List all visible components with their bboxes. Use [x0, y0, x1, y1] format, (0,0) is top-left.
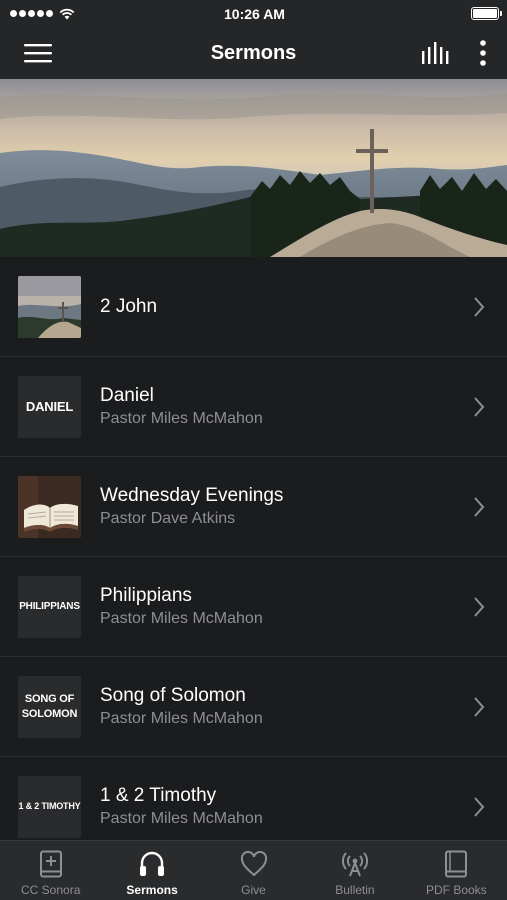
series-thumbnail: 1 & 2 TIMOTHY [18, 775, 81, 838]
series-thumbnail: DANIEL [18, 375, 81, 438]
more-vertical-icon [480, 40, 486, 66]
now-playing-button[interactable] [421, 42, 451, 64]
broadcast-icon [341, 847, 369, 881]
series-thumbnail: SONG OF SOLOMON [18, 675, 81, 738]
status-time: 10:26 AM [224, 5, 285, 22]
book-icon [444, 847, 468, 881]
menu-button[interactable] [24, 43, 52, 63]
tab-label: Bulletin [335, 883, 375, 897]
chevron-right-icon [469, 496, 489, 518]
sermon-row-philippians[interactable]: PHILIPPIANS Philippians Pastor Miles McM… [0, 557, 507, 657]
sermon-speaker: Pastor Dave Atkins [100, 509, 236, 527]
sermon-title: Song of Solomon [100, 684, 246, 706]
thumbnail-text: 1 & 2 TIMOTHY [18, 801, 81, 811]
equalizer-icon [422, 42, 449, 64]
sermon-speaker: Pastor Miles McMahon [100, 409, 263, 427]
series-thumbnail [18, 275, 81, 338]
sermon-list: 2 John DANIEL Daniel Pastor Miles McMaho… [0, 257, 507, 857]
bible-plus-icon [39, 847, 63, 881]
sermon-speaker: Pastor Miles McMahon [100, 809, 263, 827]
sermon-speaker: Pastor Miles McMahon [100, 609, 263, 627]
tab-cc-sonora[interactable]: CC Sonora [0, 841, 101, 900]
sermon-row-daniel[interactable]: DANIEL Daniel Pastor Miles McMahon [0, 357, 507, 457]
sermon-row-song-of-solomon[interactable]: SONG OF SOLOMON Song of Solomon Pastor M… [0, 657, 507, 757]
chevron-right-icon [469, 696, 489, 718]
nav-bar: Sermons [0, 27, 507, 79]
status-left [10, 8, 130, 20]
more-options-button[interactable] [479, 40, 487, 66]
chevron-right-icon [469, 296, 489, 318]
tab-label: Sermons [126, 883, 178, 897]
sermon-title: 1 & 2 Timothy [100, 784, 217, 806]
signal-strength-icon [10, 10, 53, 17]
chevron-right-icon [469, 396, 489, 418]
sermon-speaker: Pastor Miles McMahon [100, 709, 263, 727]
wifi-icon [59, 8, 75, 19]
thumbnail-text: DANIEL [25, 399, 74, 414]
open-bible-thumbnail-image [18, 475, 81, 538]
tab-label: CC Sonora [21, 883, 81, 897]
sermon-row-wednesday-evenings[interactable]: Wednesday Evenings Pastor Dave Atkins [0, 457, 507, 557]
sermon-row-2-john[interactable]: 2 John [0, 257, 507, 357]
battery-icon [470, 7, 502, 20]
heart-icon [240, 847, 268, 881]
tab-pdf-books[interactable]: PDF Books [406, 841, 507, 900]
mountain-cross-thumbnail-image [18, 275, 81, 338]
status-bar: 10:26 AM [0, 0, 507, 27]
tab-give[interactable]: Give [203, 841, 304, 900]
hero-banner [0, 79, 507, 257]
mountain-cross-banner-image [0, 79, 507, 257]
chevron-right-icon [469, 596, 489, 618]
series-thumbnail [18, 475, 81, 538]
tab-sermons[interactable]: Sermons [101, 841, 202, 900]
headphones-icon [138, 847, 166, 881]
sermon-title: 2 John [100, 295, 158, 317]
series-thumbnail: PHILIPPIANS [18, 575, 81, 638]
thumbnail-text: PHILIPPIANS [19, 601, 80, 612]
thumbnail-text: SONG OF SOLOMON [21, 692, 78, 720]
chevron-right-icon [469, 796, 489, 818]
tab-label: Give [241, 883, 266, 897]
sermon-title: Wednesday Evenings [100, 484, 284, 506]
tab-label: PDF Books [425, 883, 487, 897]
sermon-title: Daniel [100, 384, 154, 406]
tab-bulletin[interactable]: Bulletin [304, 841, 405, 900]
hamburger-menu-icon [24, 44, 52, 63]
tab-bar: CC Sonora Sermons Give Bulletin PDF Book… [0, 840, 507, 900]
sermon-title: Philippians [100, 584, 192, 606]
